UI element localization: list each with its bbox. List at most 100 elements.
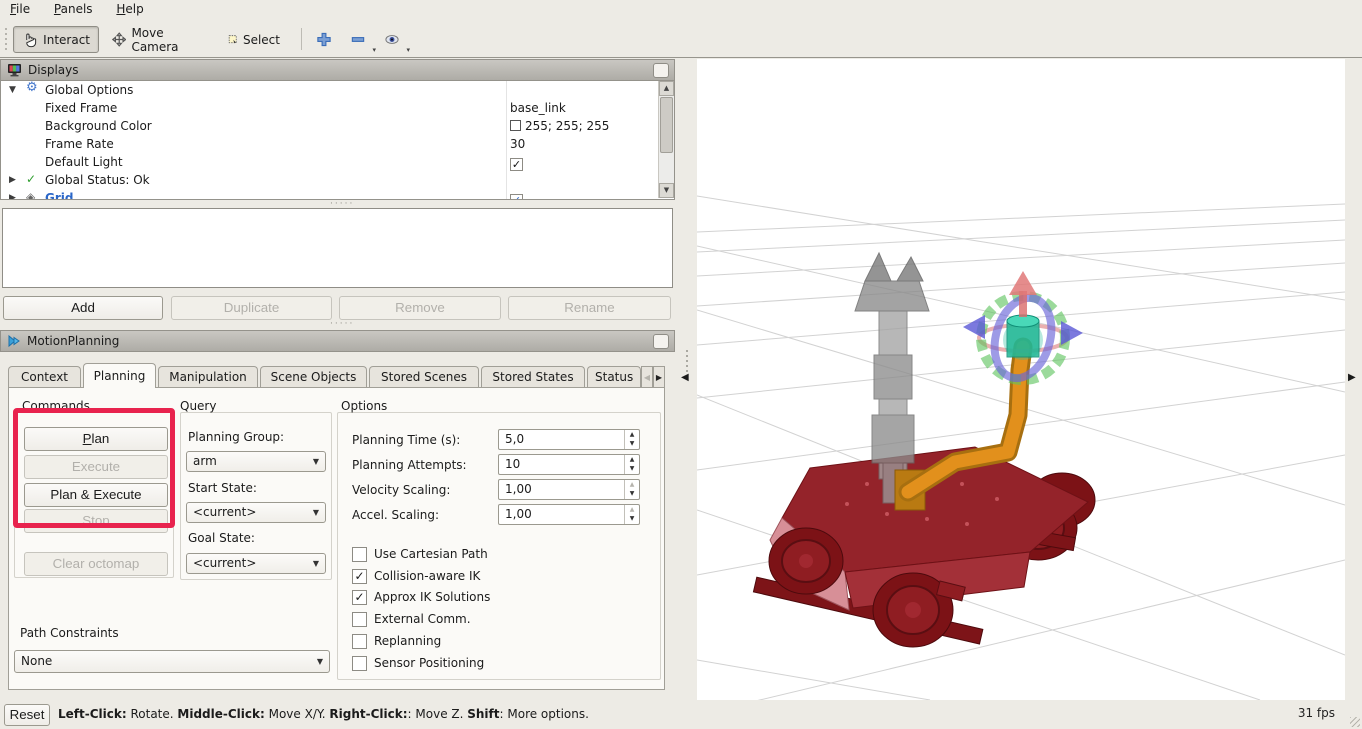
tab-stored-scenes[interactable]: Stored Scenes [369,366,479,388]
planning-time-label: Planning Time (s): [352,433,460,447]
scroll-up-arrow[interactable]: ▲ [659,81,674,96]
menu-file[interactable]: File [0,0,40,20]
minus-icon [350,31,366,48]
tree-row-label: Background Color [45,117,152,135]
use-cartesian-path-checkbox[interactable] [352,547,367,562]
tree-row-global-status[interactable]: ▶ ✓ Global Status: Ok [1,171,659,189]
collapsed-arrow-icon[interactable]: ▶ [9,171,21,189]
planning-group-combobox[interactable]: arm▼ [186,451,326,472]
view-tool-button[interactable]: ▾ [376,26,408,53]
rename-display-button[interactable]: Rename [508,296,671,320]
status-bar: Reset Left-Click: Rotate. Middle-Click: … [0,700,1362,729]
collapse-right-arrow[interactable]: ▶ [1348,372,1356,383]
select-tool-label: Select [243,33,280,47]
path-constraints-combobox[interactable]: None▼ [14,650,330,673]
planning-attempts-spinbox[interactable]: 10 ▲▼ [498,454,640,475]
tree-row-label: Frame Rate [45,135,114,153]
tree-row-background-color[interactable]: Background Color 255; 255; 255 [1,117,659,135]
spinner-arrows[interactable]: ▲▼ [624,455,639,474]
gear-icon: ⚙ [26,81,40,97]
plus-icon [316,31,332,48]
tree-row-fixed-frame[interactable]: Fixed Frame base_link [1,99,659,117]
goal-state-combobox[interactable]: <current>▼ [186,553,326,574]
spinner-arrows[interactable]: ▲▼ [624,480,639,499]
frame-rate-value[interactable]: 30 [510,135,525,153]
fps-counter: 31 fps [1298,700,1335,727]
collision-aware-ik-label: Collision-aware IK [374,569,480,583]
fixed-frame-value[interactable]: base_link [510,99,566,117]
tab-scene-objects[interactable]: Scene Objects [260,366,367,388]
menu-panels[interactable]: Panels [44,0,103,20]
scroll-down-arrow[interactable]: ▼ [659,183,674,198]
zoom-in-tool-button[interactable] [308,26,340,53]
select-tool-button[interactable]: Select [220,26,288,53]
accel-scaling-spinbox[interactable]: 1,00 ▲▼ [498,504,640,525]
external-comm-checkbox[interactable] [352,612,367,627]
scrollbar-thumb[interactable] [660,97,673,153]
clear-octomap-button[interactable]: Clear octomap [24,552,168,576]
rviz-window: File Panels Help Interact Move Camera [0,0,1362,729]
tab-context[interactable]: Context [8,366,81,388]
add-display-button[interactable]: Add [3,296,163,320]
background-color-value[interactable]: 255; 255; 255 [510,117,609,135]
property-description-box [2,208,673,288]
commands-group-label: Commands [22,399,90,413]
grid-checkbox[interactable]: ✓ [510,194,523,200]
splitter-handle[interactable]: ····· [330,319,354,329]
remove-display-button[interactable]: Remove [339,296,501,320]
toolbar-separator [301,28,302,50]
start-state-combobox[interactable]: <current>▼ [186,502,326,523]
marker-cone-left[interactable] [963,315,985,339]
tree-row-global-options[interactable]: ▼ ⚙ Global Options [1,81,659,99]
tab-stored-states[interactable]: Stored States [481,366,585,388]
reset-button[interactable]: Reset [4,704,50,726]
spinner-arrows[interactable]: ▲▼ [624,505,639,524]
collision-aware-ik-checkbox[interactable]: ✓ [352,569,367,584]
view-dropdown-arrow[interactable]: ▾ [406,46,410,54]
displays-panel-header[interactable]: Displays [0,59,675,81]
tab-status[interactable]: Status [587,366,641,388]
sensor-positioning-checkbox[interactable] [352,656,367,671]
replanning-checkbox[interactable] [352,634,367,649]
grid-display-icon: ◈ [26,188,40,200]
tab-planning[interactable]: Planning [83,363,156,388]
motionplanning-panel-header[interactable]: MotionPlanning [0,330,675,352]
zoom-out-tool-button[interactable]: ▾ [342,26,374,53]
displays-float-button[interactable] [653,63,669,78]
tree-row-label: Grid [45,189,73,200]
default-light-checkbox[interactable]: ✓ [510,158,523,171]
tree-row-frame-rate[interactable]: Frame Rate 30 [1,135,659,153]
menu-help[interactable]: Help [106,0,153,20]
3d-viewport[interactable] [697,59,1345,700]
tab-scroll-right-arrow[interactable]: ▶ [653,366,665,388]
tab-manipulation[interactable]: Manipulation [158,366,258,388]
approx-ik-solutions-checkbox[interactable]: ✓ [352,590,367,605]
selection-box-icon [228,31,238,48]
duplicate-display-button[interactable]: Duplicate [171,296,332,320]
use-cartesian-path-label: Use Cartesian Path [374,547,488,561]
spinner-arrows[interactable]: ▲▼ [624,430,639,449]
plan-and-execute-button[interactable]: Plan & Execute [24,483,168,507]
velocity-scaling-spinbox[interactable]: 1,00 ▲▼ [498,479,640,500]
plan-button[interactable]: Plan [24,427,168,451]
collapsed-arrow-icon[interactable]: ▶ [9,189,21,200]
marker-arrow-up[interactable] [1009,271,1037,295]
start-state-label: Start State: [188,481,257,495]
planning-time-spinbox[interactable]: 5,0 ▲▼ [498,429,640,450]
expand-arrow-icon[interactable]: ▼ [9,81,21,99]
tab-scroll-left-arrow[interactable]: ◀ [641,366,653,388]
motionplanning-float-button[interactable] [653,334,669,349]
stop-button[interactable]: Stop [24,509,168,533]
toolbar-drag-handle[interactable] [5,28,7,50]
tree-scrollbar[interactable]: ▲ ▼ [658,81,674,198]
3d-scene-canvas[interactable] [697,59,1345,700]
window-resize-grip[interactable] [1350,717,1360,727]
move-camera-tool-button[interactable]: Move Camera [104,26,210,53]
tree-row-label: Global Status: Ok [45,171,150,189]
marker-cone-right[interactable] [1061,321,1083,345]
interact-tool-button[interactable]: Interact [13,26,99,53]
collapse-left-arrow[interactable]: ◀ [681,372,689,383]
execute-button[interactable]: Execute [24,455,168,479]
ground-grid [697,196,1345,700]
tree-row-default-light[interactable]: Default Light ✓ [1,153,659,171]
